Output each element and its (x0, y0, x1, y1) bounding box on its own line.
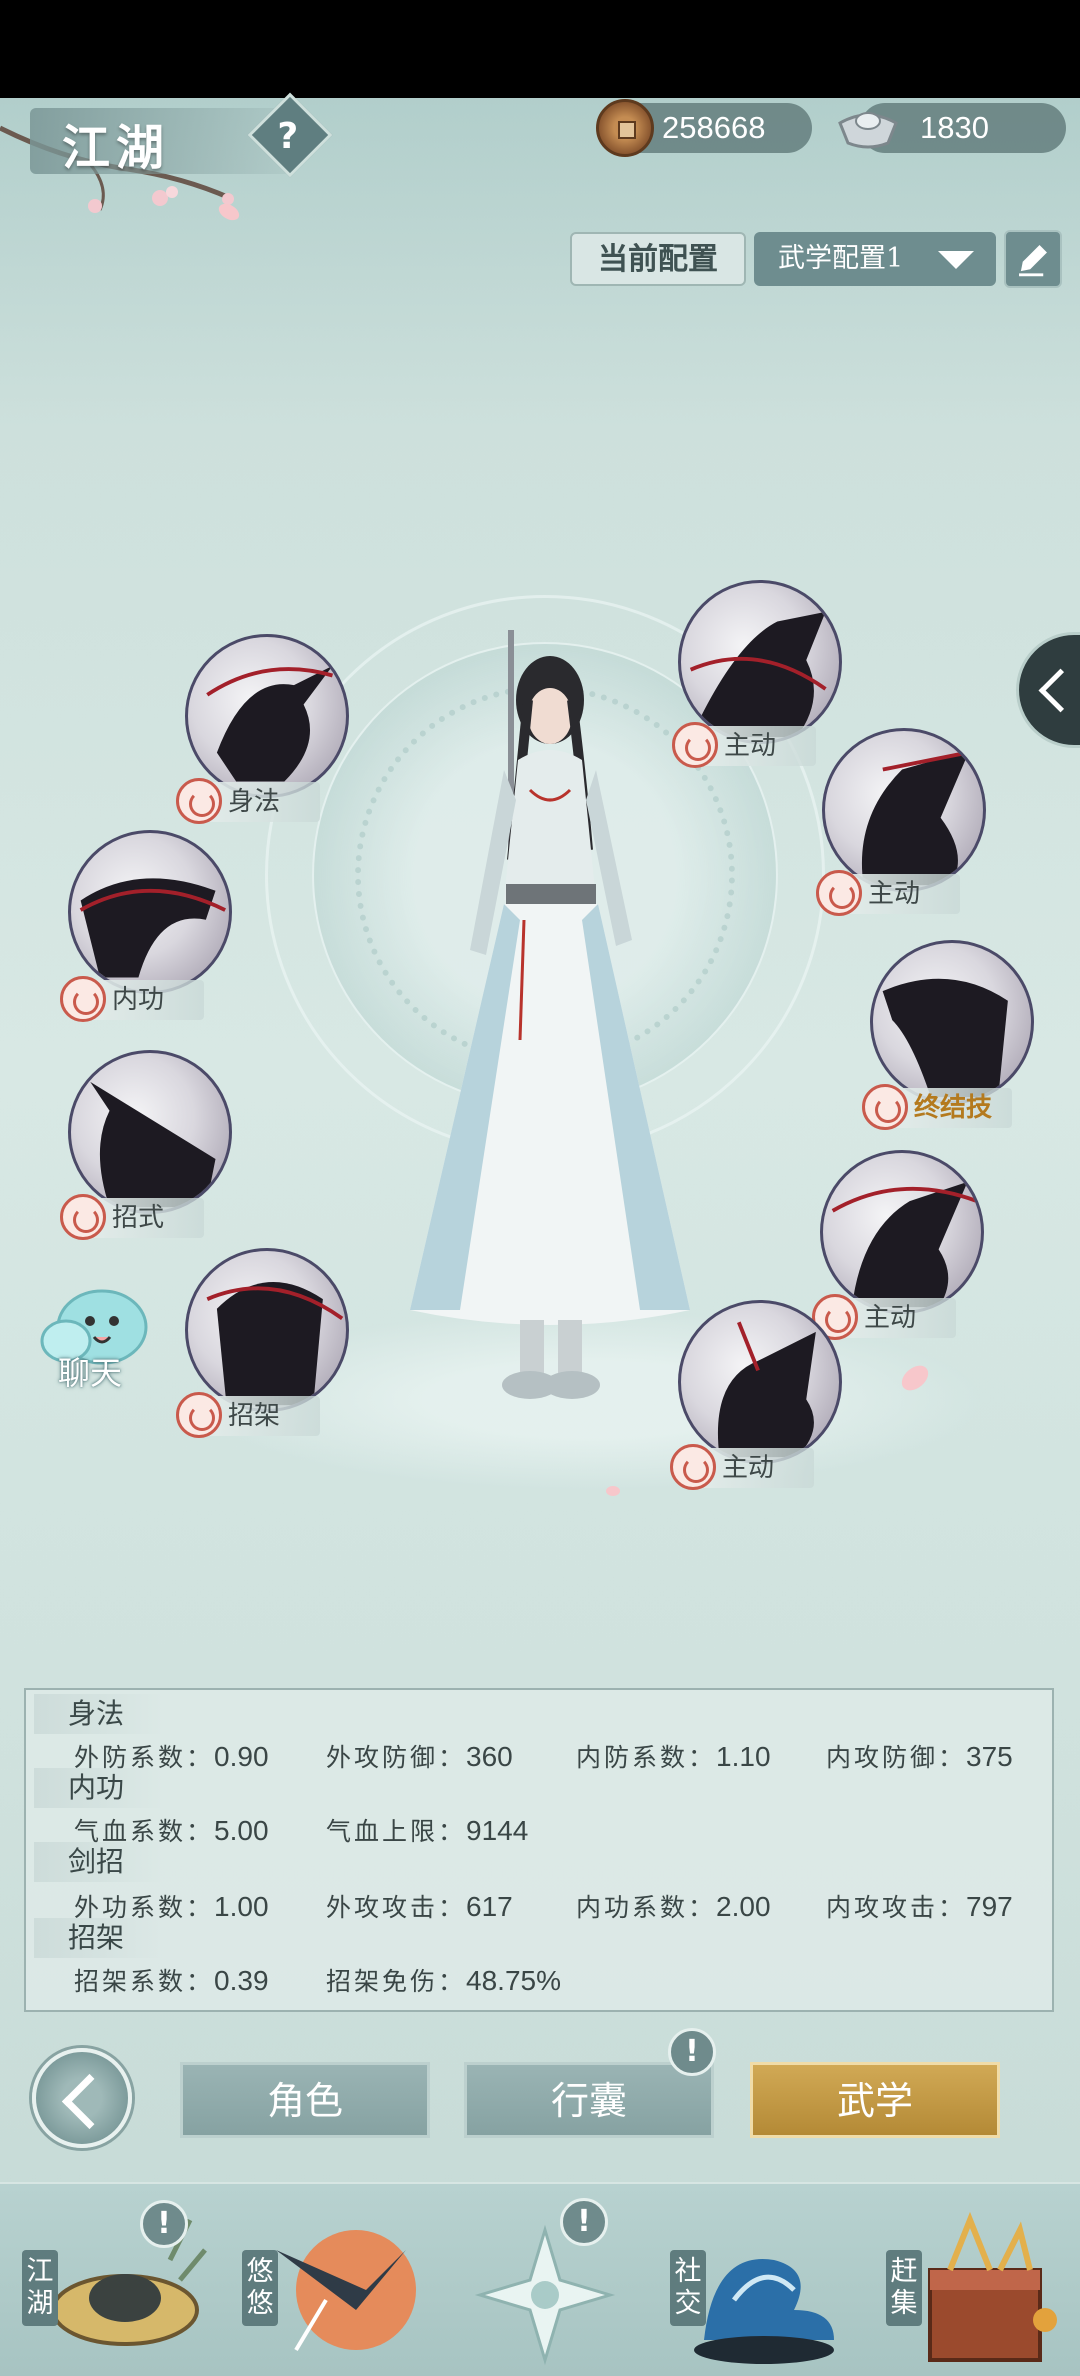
silver-amount: 1830 (920, 110, 989, 145)
seal-icon (60, 1194, 106, 1240)
stat-item: 招架系数：0.39 (74, 1965, 269, 1996)
silver-ingot-icon (838, 112, 898, 149)
skill-slot-active-2[interactable] (822, 728, 986, 892)
copper-amount: 258668 (662, 110, 766, 145)
stat-item: 招架免伤：48.75% (326, 1965, 561, 1996)
skill-art (206, 665, 334, 782)
config-selected: 武学配置1 (778, 243, 904, 274)
stat-item: 内攻防御：375 (826, 1741, 1013, 1772)
seal-icon (816, 870, 862, 916)
back-button[interactable] (32, 2048, 132, 2148)
stat-item: 外攻攻击：617 (326, 1891, 513, 1922)
stats-section-movement: 身法 (34, 1694, 164, 1734)
stats-section-sword: 剑招 (34, 1842, 164, 1882)
nav-item-center[interactable]: ! (460, 2190, 630, 2376)
skill-slot-inner[interactable] (68, 830, 232, 994)
nav-label-youyou: 悠悠 (242, 2250, 278, 2326)
skill-art (689, 611, 827, 738)
nav-item-social[interactable]: 社交 (664, 2190, 854, 2376)
seal-icon (176, 778, 222, 824)
stat-item: 内功系数：2.00 (576, 1891, 771, 1922)
stat-item: 内防系数：1.10 (576, 1741, 771, 1772)
stats-panel: 身法 外防系数：0.90 外攻防御：360 内防系数：1.10 内攻防御：375… (24, 1688, 1054, 2012)
stats-section-parry: 招架 (34, 1918, 164, 1958)
stats-section-inner: 内功 (34, 1768, 164, 1808)
seal-icon (176, 1392, 222, 1438)
character-model[interactable] (400, 620, 700, 1410)
jianghu-alert-badge: ! (140, 2200, 188, 2248)
skill-art (206, 1282, 344, 1406)
skill-slot-active-4[interactable] (678, 1300, 842, 1464)
center-alert-badge: ! (560, 2198, 608, 2246)
tab-martial-arts[interactable]: 武学 (750, 2062, 1000, 2138)
page-title: 江湖 (62, 120, 171, 176)
copper-coin-icon (596, 99, 654, 157)
skill-art (831, 1181, 978, 1308)
nav-item-youyou[interactable]: 悠悠 (236, 2190, 426, 2376)
pencil-icon (1019, 245, 1047, 277)
skill-slot-active-3[interactable] (820, 1150, 984, 1314)
status-bar (0, 0, 1080, 98)
seal-icon (670, 1444, 716, 1490)
tab-inventory[interactable]: 行囊 (464, 2062, 714, 2138)
seal-icon (60, 976, 106, 1022)
question-icon: ? (277, 116, 299, 158)
seal-icon (672, 722, 718, 768)
skill-slot-finisher[interactable] (870, 940, 1034, 1104)
stat-item: 气血上限：9144 (326, 1815, 529, 1846)
nav-label-social: 社交 (670, 2250, 706, 2326)
skill-slot-active-1[interactable] (678, 580, 842, 744)
nav-item-market[interactable]: 赶集 (880, 2190, 1070, 2376)
side-panel-toggle[interactable] (1016, 632, 1080, 748)
tab-character[interactable]: 角色 (180, 2062, 430, 2138)
skill-slot-technique[interactable] (68, 1050, 232, 1214)
nav-label-market: 赶集 (886, 2250, 922, 2326)
stat-item: 内攻攻击：797 (826, 1891, 1013, 1922)
skill-art (717, 1321, 816, 1458)
seal-icon (862, 1084, 908, 1130)
current-config-label: 当前配置 (570, 232, 746, 286)
config-dropdown[interactable]: 武学配置1 (754, 232, 996, 286)
skill-art (861, 748, 980, 886)
skill-slot-movement[interactable] (185, 634, 349, 798)
skill-art (79, 878, 227, 978)
edit-config-button[interactable] (1004, 230, 1062, 288)
nav-label-jianghu: 江湖 (22, 2250, 58, 2326)
stat-item: 外攻防御：360 (326, 1741, 513, 1772)
inventory-alert-badge: ! (668, 2028, 716, 2076)
skill-art (90, 1081, 216, 1208)
chevron-down-icon (938, 251, 974, 269)
nav-item-jianghu[interactable]: 江湖 ! (20, 2190, 210, 2376)
skill-art (882, 978, 1008, 1098)
chat-label[interactable]: 聊天 (58, 1348, 122, 1394)
skill-slot-parry[interactable] (185, 1248, 349, 1412)
petal-decoration (606, 1486, 620, 1496)
